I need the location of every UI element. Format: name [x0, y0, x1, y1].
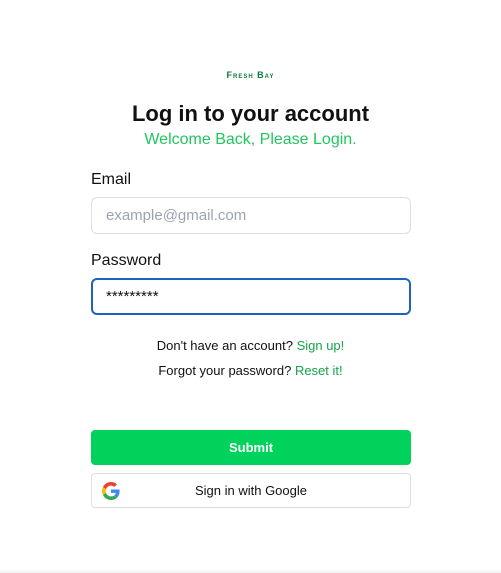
email-input[interactable] [91, 197, 411, 234]
signup-line: Don't have an account? Sign up! [0, 338, 501, 353]
brand-logo: Fresh Bay [226, 70, 275, 80]
page-subtitle: Welcome Back, Please Login. [144, 131, 357, 148]
bottom-edge-shadow [0, 569, 501, 573]
login-page: Fresh Bay Log in to your account Welcome… [0, 0, 501, 573]
password-input[interactable] [91, 278, 411, 315]
google-signin-label: Sign in with Google [194, 483, 307, 498]
password-label: Password [91, 252, 162, 269]
page-title: Log in to your account [131, 101, 370, 126]
google-signin-button[interactable]: Sign in with Google [91, 473, 411, 508]
google-g-icon [102, 482, 120, 500]
submit-button[interactable]: Submit [91, 430, 411, 465]
email-label: Email [91, 171, 132, 188]
signup-link[interactable]: Sign up! [297, 338, 345, 353]
reset-password-link[interactable]: Reset it! [295, 363, 343, 378]
forgot-line: Forgot your password? Reset it! [0, 363, 501, 378]
signup-prompt: Don't have an account? [156, 338, 293, 353]
forgot-prompt: Forgot your password? [158, 363, 292, 378]
